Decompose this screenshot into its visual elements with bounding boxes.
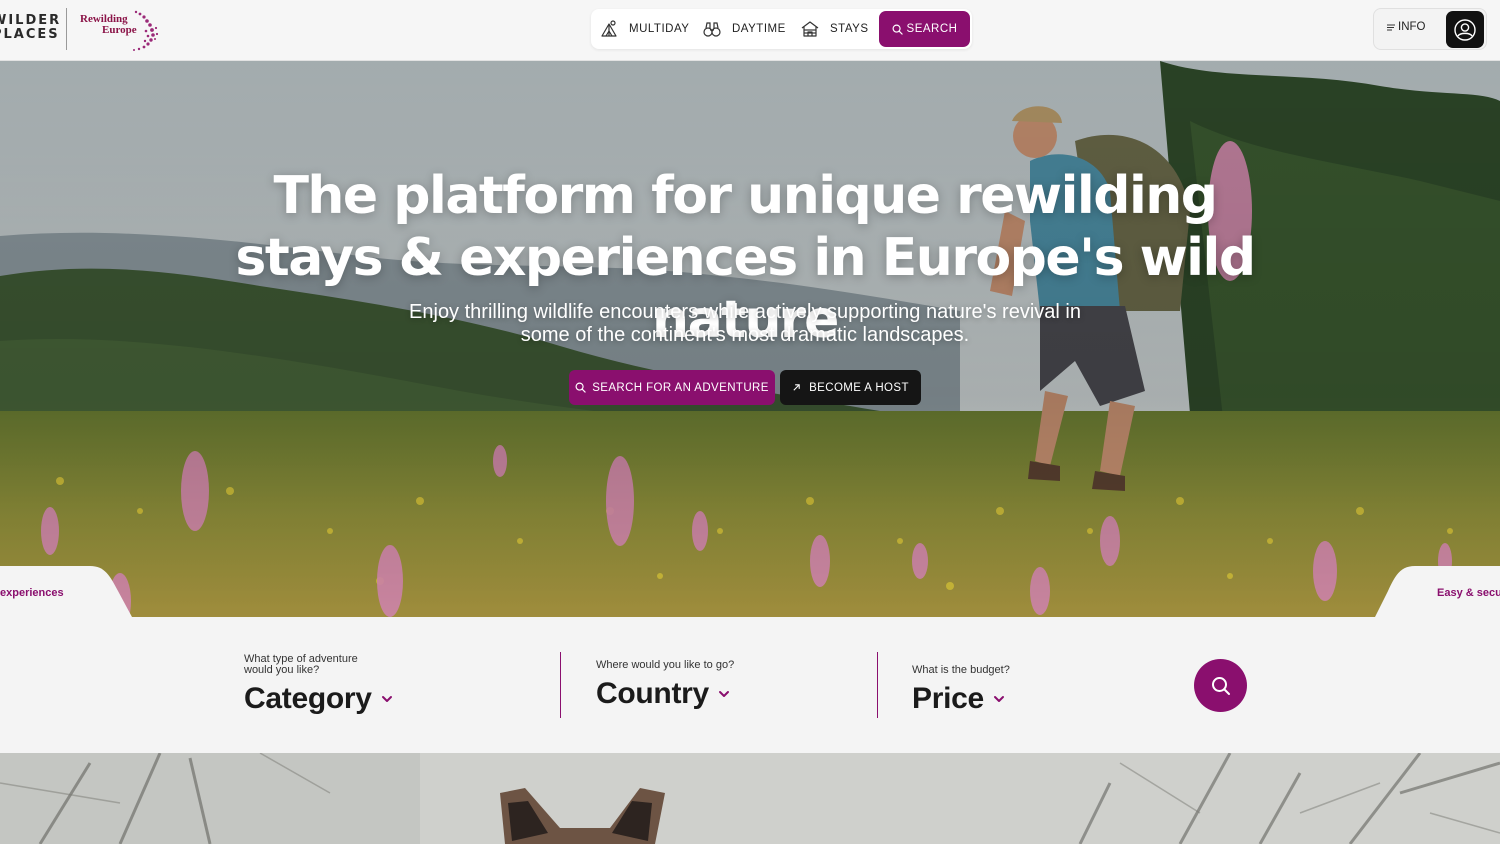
rewilding-swirl-icon	[133, 10, 159, 51]
user-account-button[interactable]	[1446, 11, 1484, 48]
nav-daytime-label: DAYTIME	[732, 23, 786, 35]
become-host-button[interactable]: BECOME A HOST	[780, 370, 921, 405]
price-question: What is the budget?	[912, 664, 1010, 676]
nav-daytime[interactable]: DAYTIME	[702, 9, 786, 49]
price-field[interactable]: What is the budget? Price	[912, 665, 1142, 716]
nav-stays[interactable]: STAYS	[800, 9, 869, 49]
feature-tab-experiences[interactable]: experiences	[0, 566, 120, 617]
feature-tab-easy-secure-label: Easy & secu	[1437, 587, 1500, 599]
submit-search-button[interactable]	[1194, 659, 1247, 712]
country-value: Country	[596, 677, 709, 710]
country-question: Where would you like to go?	[596, 659, 735, 671]
info-menu-button[interactable]: INFO	[1386, 21, 1425, 33]
search-icon	[575, 382, 586, 393]
chevron-down-icon	[381, 696, 392, 702]
category-nav: MULTIDAY DAYTIME STAYS SEARCH	[591, 9, 972, 49]
chevron-down-icon	[718, 691, 729, 697]
user-avatar-icon	[1454, 18, 1476, 41]
site-header: WILDER PLACES Rewilding Europe	[0, 0, 1500, 61]
search-icon	[1211, 676, 1230, 695]
nav-multiday-label: MULTIDAY	[629, 23, 690, 35]
account-controls: INFO	[1373, 8, 1487, 50]
category-value: Category	[244, 682, 372, 715]
logo-wilder-text: WILDER	[0, 13, 62, 28]
arrow-up-right-icon	[793, 384, 800, 391]
feature-tab-experiences-label: experiences	[0, 587, 64, 599]
country-field[interactable]: Where would you like to go? Country	[596, 660, 856, 711]
hero-section: The platform for unique rewilding stays …	[0, 61, 1500, 617]
nav-multiday[interactable]: MULTIDAY	[599, 9, 689, 49]
price-value: Price	[912, 682, 984, 715]
wilder-places-logo[interactable]: WILDER PLACES	[0, 13, 62, 42]
nav-stays-label: STAYS	[830, 23, 869, 35]
chevron-down-icon	[993, 696, 1004, 702]
wolf-photo-section	[0, 753, 1500, 844]
hero-subtitle: Enjoy thrilling wildlife encounters whil…	[409, 301, 1081, 346]
cabin-icon	[801, 21, 819, 37]
menu-lines-icon	[1387, 24, 1395, 31]
tent-person-icon	[601, 20, 617, 37]
field-divider	[560, 652, 561, 718]
adventure-search-bar: What type of adventure would you like? C…	[0, 617, 1500, 753]
feature-tab-easy-secure[interactable]: Easy & secu	[1380, 566, 1500, 617]
wolf-image	[0, 753, 1500, 844]
logo-places-text: PLACES	[0, 27, 60, 42]
category-dropdown[interactable]: Category	[244, 682, 544, 716]
search-adventure-label: SEARCH FOR AN ADVENTURE	[592, 381, 769, 394]
become-host-label: BECOME A HOST	[809, 381, 909, 394]
search-adventure-button[interactable]: SEARCH FOR AN ADVENTURE	[569, 370, 775, 405]
country-dropdown[interactable]: Country	[596, 677, 856, 711]
info-label: INFO	[1398, 21, 1426, 33]
category-field[interactable]: What type of adventure would you like? C…	[244, 654, 544, 716]
price-dropdown[interactable]: Price	[912, 682, 1142, 716]
logo-divider	[66, 8, 67, 50]
binoculars-icon	[703, 22, 721, 37]
nav-search-label: SEARCH	[906, 23, 958, 35]
rewilding-europe-logo[interactable]: Rewilding Europe	[78, 10, 164, 52]
category-question: What type of adventure would you like?	[244, 653, 358, 676]
search-icon	[892, 24, 903, 35]
nav-search-button[interactable]: SEARCH	[879, 11, 970, 47]
field-divider	[877, 652, 878, 718]
